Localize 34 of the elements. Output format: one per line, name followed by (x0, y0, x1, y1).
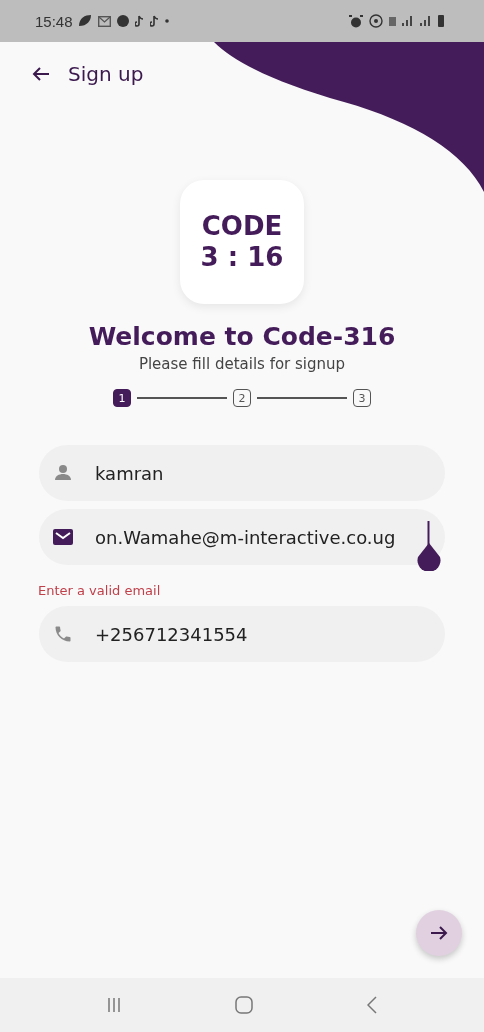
step-indicator: 1 (113, 389, 131, 407)
hotspot-icon (369, 14, 383, 28)
back-nav-icon[interactable] (367, 996, 377, 1014)
welcome-heading: Welcome to Code-316 (88, 322, 396, 351)
input-field[interactable]: on.Wamahe@m-interactive.co.ug (39, 509, 445, 565)
text-cursor-handle[interactable] (416, 521, 442, 571)
input-field[interactable]: kamran (39, 445, 445, 501)
note-icon (149, 15, 159, 27)
field-value: on.Wamahe@m-interactive.co.ug (95, 526, 396, 548)
field-value: kamran (95, 462, 164, 484)
data-icon (389, 16, 396, 26)
recent-apps-icon[interactable] (107, 997, 121, 1013)
input-field[interactable]: +256712341554 (39, 606, 445, 662)
note-icon (134, 15, 144, 27)
leaf-icon (78, 15, 92, 27)
step-indicator: 3 (353, 389, 371, 407)
mail-icon (97, 15, 111, 27)
field-value: +256712341554 (95, 623, 248, 645)
next-button[interactable] (416, 910, 462, 956)
subtitle: Please fill details for signup (138, 355, 346, 373)
status-time: 15:48 (35, 12, 73, 30)
back-arrow-icon (32, 66, 50, 82)
forward-arrow-icon (430, 925, 448, 941)
signal-icon (402, 16, 414, 26)
home-icon[interactable] (235, 996, 253, 1014)
dot-icon (164, 19, 169, 23)
signal-icon (420, 16, 432, 26)
step-indicator: 2 (233, 389, 251, 407)
error-message: Enter a valid email (38, 583, 162, 598)
alarm-icon (349, 14, 363, 28)
battery-icon (438, 15, 444, 27)
page-title: Sign up (68, 62, 144, 86)
app-logo: CODE 3 : 16 (180, 180, 304, 304)
circle-icon (116, 15, 129, 27)
